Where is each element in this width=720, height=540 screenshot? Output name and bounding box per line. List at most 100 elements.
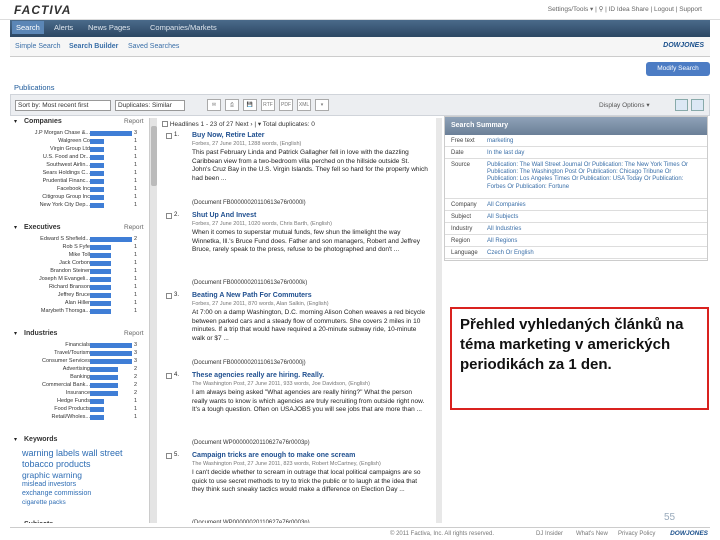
bar-label[interactable]: Consumer Services [42, 358, 90, 364]
bar-row[interactable]: New York City Dep... 1 [10, 202, 150, 209]
headline-count[interactable]: Headlines 1 - 23 of 27 Next › | ▾ Total … [170, 121, 315, 128]
bar-label[interactable]: Advertising [63, 366, 90, 372]
bar-label[interactable]: Joseph M Evangeli... [39, 276, 90, 282]
summary-value[interactable]: marketing [487, 138, 703, 145]
article-checkbox[interactable] [166, 293, 172, 299]
bar-row[interactable]: Jack Corbon 1 [10, 260, 150, 267]
bar-row[interactable]: J.P Morgan Chase &... 3 [10, 130, 150, 137]
article-checkbox[interactable] [166, 453, 172, 459]
article-title[interactable]: Shut Up And Invest [192, 212, 256, 219]
bar-row[interactable]: Jeffrey Bruce 1 [10, 292, 150, 299]
section-heading-0[interactable]: Companies [24, 118, 62, 125]
summary-value[interactable]: All Regions [487, 238, 703, 245]
bar-label[interactable]: Travel/Tourism [54, 350, 90, 356]
privacy-policy-link[interactable]: Privacy Policy [618, 531, 655, 537]
report-link[interactable]: Report [124, 224, 144, 231]
bar-label[interactable]: Retail/Wholes... [51, 414, 90, 420]
bar-label[interactable]: U.S. Food and Dr... [43, 154, 90, 160]
bar-label[interactable]: Jack Corbon [59, 260, 90, 266]
duplicates-select[interactable]: Duplicates: Similar [115, 100, 185, 111]
rtf-icon[interactable]: RTF [261, 99, 275, 111]
bar-row[interactable]: Banking 2 [10, 374, 150, 381]
bar-row[interactable]: Facebook Inc 1 [10, 186, 150, 193]
bar-label[interactable]: Jeffrey Bruce [58, 292, 90, 298]
keyword-link[interactable]: exchange commission [22, 490, 91, 497]
section-heading-3[interactable]: Keywords [24, 436, 57, 443]
bar-row[interactable]: Brandon Steiner 1 [10, 268, 150, 275]
article-doc-id[interactable]: (Document WP00000020110627e76r0003p) [192, 440, 310, 446]
article-title[interactable]: Buy Now, Retire Later [192, 132, 264, 139]
report-link[interactable]: Report [124, 330, 144, 337]
select-all-checkbox[interactable] [162, 121, 168, 127]
collapse-caret-icon[interactable]: ▾ [14, 330, 17, 337]
bar-label[interactable]: Insurance [66, 390, 90, 396]
bar-label[interactable]: Marybeth Thorsga... [41, 308, 90, 314]
bar-label[interactable]: Mike Toll [69, 252, 90, 258]
bar-row[interactable]: Hedge Funds 1 [10, 398, 150, 405]
summary-value[interactable]: In the last day [487, 150, 703, 157]
tab-companies-markets[interactable]: Companies/Markets [150, 23, 217, 32]
bar-label[interactable]: Hedge Funds [57, 398, 90, 404]
bar-label[interactable]: J.P Morgan Chase &... [35, 130, 90, 136]
bar-row[interactable]: Prudential Financ... 1 [10, 178, 150, 185]
keyword-link[interactable]: cigarette packs [22, 499, 66, 506]
summary-value[interactable]: Publication: The Wall Street Journal Or … [487, 162, 703, 191]
keyword-link[interactable]: warning labels wall street [22, 448, 123, 458]
bar-row[interactable]: Sears Holdings C... 1 [10, 170, 150, 177]
report-link[interactable]: Report [124, 118, 144, 125]
bar-row[interactable]: Southwest Airlin... 1 [10, 162, 150, 169]
bar-row[interactable]: Advertising 2 [10, 366, 150, 373]
save-icon[interactable]: 💾 [243, 99, 257, 111]
bar-row[interactable]: Walgreen Co 1 [10, 138, 150, 145]
article-title[interactable]: Beating A New Path For Commuters [192, 292, 312, 299]
article-checkbox[interactable] [166, 133, 172, 139]
bar-row[interactable]: Marybeth Thorsga... 1 [10, 308, 150, 315]
bar-label[interactable]: Rob S Fyfe [62, 244, 90, 250]
keyword-link[interactable]: tobacco products [22, 459, 91, 469]
summary-value[interactable]: All Companies [487, 202, 703, 209]
keyword-link[interactable]: graphic warning [22, 470, 82, 480]
tab-alerts[interactable]: Alerts [54, 23, 73, 32]
bar-row[interactable]: Mike Toll 1 [10, 252, 150, 259]
article-checkbox[interactable] [166, 373, 172, 379]
sort-select[interactable]: Sort by: Most recent first [15, 100, 111, 111]
article-doc-id[interactable]: (Document WP00000020110627e76r0003n) [192, 520, 310, 523]
bar-row[interactable]: Alan Hiller 1 [10, 300, 150, 307]
tab-news-pages[interactable]: News Pages [88, 23, 130, 32]
bar-label[interactable]: Southwest Airlin... [46, 162, 90, 168]
article-doc-id[interactable]: (Document FB00000020110613e76r0000j) [192, 360, 306, 366]
search-builder-link[interactable]: Search Builder [69, 43, 118, 50]
left-scroll-thumb[interactable] [151, 126, 157, 186]
left-scrollbar[interactable] [149, 118, 157, 523]
bar-row[interactable]: Food Products 1 [10, 406, 150, 413]
bar-label[interactable]: Banking [70, 374, 90, 380]
bar-label[interactable]: Walgreen Co [58, 138, 90, 144]
bar-label[interactable]: New York City Dep... [40, 202, 90, 208]
collapse-caret-icon[interactable]: ▾ [14, 436, 17, 443]
bar-row[interactable]: Citigroup Group Inc 1 [10, 194, 150, 201]
bar-row[interactable]: Richard Branson 1 [10, 284, 150, 291]
xml-icon[interactable]: XML [297, 99, 311, 111]
section-heading-4[interactable]: Subjects [24, 521, 53, 523]
display-options[interactable]: Display Options ▾ [599, 101, 650, 109]
summary-value[interactable]: Czech Or English [487, 250, 703, 257]
bar-label[interactable]: Citigroup Group Inc [42, 194, 90, 200]
list-view-icon[interactable] [675, 99, 688, 111]
article-checkbox[interactable] [166, 213, 172, 219]
article-doc-id[interactable]: (Document FB00000020110613e76r0000l) [192, 200, 306, 206]
bar-label[interactable]: Commercial Bank... [42, 382, 90, 388]
modify-search-button[interactable]: Modify Search [646, 62, 710, 76]
factiva-logo[interactable]: FACTIVA [14, 3, 71, 17]
tab-search[interactable]: Search [12, 21, 44, 34]
bar-row[interactable]: Insurance 2 [10, 390, 150, 397]
print-icon[interactable]: ⎙ [225, 99, 239, 111]
whats-new-link[interactable]: What's New [576, 531, 608, 537]
headlines-scrollbar[interactable] [436, 118, 442, 523]
bar-label[interactable]: Facebook Inc [57, 186, 90, 192]
simple-search-link[interactable]: Simple Search [15, 43, 61, 50]
article-doc-id[interactable]: (Document FB00000020110613e76r0000k) [192, 280, 307, 286]
bar-row[interactable]: Edward S Shefield... 2 [10, 236, 150, 243]
section-heading-2[interactable]: Industries [24, 330, 57, 337]
article-title[interactable]: Campaign tricks are enough to make one s… [192, 452, 355, 459]
bar-label[interactable]: Food Products [54, 406, 90, 412]
